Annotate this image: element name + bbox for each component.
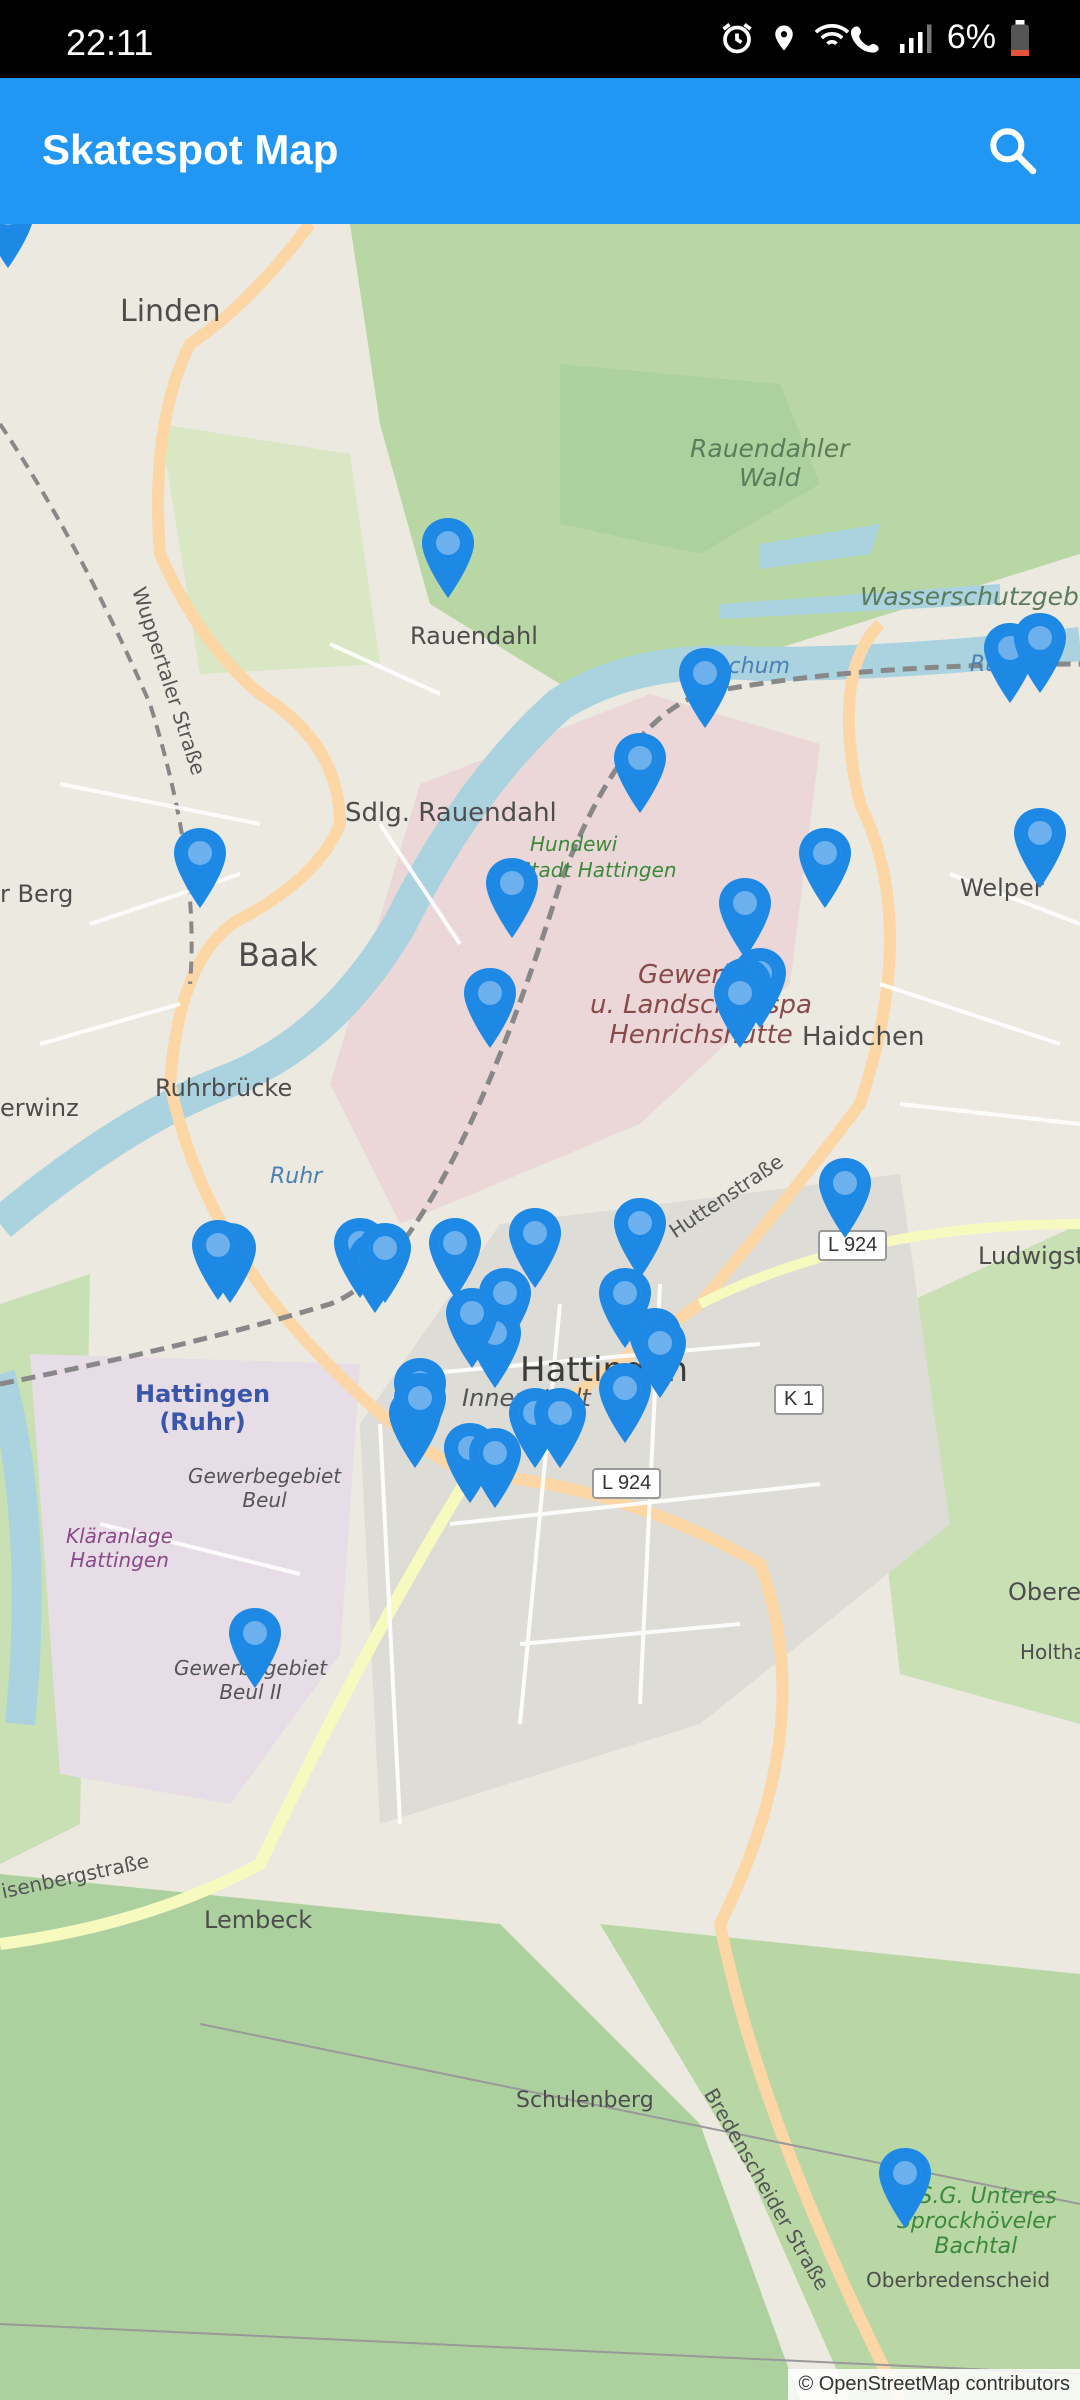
place-hundewiese: Hundewi xyxy=(530,832,618,856)
map-pin-icon[interactable] xyxy=(875,2146,935,2230)
map-pin-icon[interactable] xyxy=(630,1316,690,1400)
place-sdlg-rauendahl: Sdlg. Rauendahl xyxy=(345,798,557,828)
place-gewerbegebiet-beul: Gewerbegebiet Beul xyxy=(188,1464,342,1512)
place-klaeranlage: Kläranlage Hattingen xyxy=(66,1524,173,1572)
signal-icon xyxy=(899,24,932,53)
map-pin-icon[interactable] xyxy=(795,826,855,910)
map-pin-icon[interactable] xyxy=(482,856,542,940)
place-schulenberg: Schulenberg xyxy=(516,2088,654,2113)
map-pin-icon[interactable] xyxy=(610,731,670,815)
battery-icon xyxy=(1011,19,1029,56)
wifi-call-icon xyxy=(814,23,879,53)
place-linden: Linden xyxy=(120,294,221,329)
map-pin-icon[interactable] xyxy=(710,966,770,1050)
place-obere: Obere xyxy=(1008,1578,1080,1606)
map-pin-icon[interactable] xyxy=(225,1606,285,1690)
map-view[interactable]: Linden Rauendahler Wald Wasserschutzgebi… xyxy=(0,224,1080,2400)
status-time: 22:11 xyxy=(66,22,154,63)
map-pin-icon[interactable] xyxy=(355,1221,415,1305)
map-pin-icon[interactable] xyxy=(442,1286,502,1370)
place-oberbredenscheid: Oberbredenscheid xyxy=(866,2268,1051,2292)
map-background xyxy=(0,224,1080,2400)
status-icons: 6% xyxy=(719,18,1030,57)
map-pin-icon[interactable] xyxy=(188,1218,248,1302)
place-lembeck: Lembeck xyxy=(204,1906,313,1934)
map-pin-icon[interactable] xyxy=(170,826,230,910)
map-pin-icon[interactable] xyxy=(0,224,38,270)
place-haidchen: Haidchen xyxy=(802,1022,925,1052)
alarm-icon xyxy=(722,22,752,53)
place-baak: Baak xyxy=(238,936,318,974)
place-holtha: Holtha xyxy=(1020,1640,1080,1664)
battery-level: 6% xyxy=(946,18,996,56)
place-ludwigsta: Ludwigsta xyxy=(978,1242,1080,1270)
place-hattingen-ruhr: Hattingen (Ruhr) xyxy=(135,1380,271,1436)
road-shield-k1: K 1 xyxy=(774,1384,825,1415)
app-title: Skatespot Map xyxy=(42,126,339,173)
place-rauendahler-wald: Rauendahler Wald xyxy=(690,434,850,492)
map-pin-icon[interactable] xyxy=(530,1386,590,1470)
map-pin-icon[interactable] xyxy=(1010,611,1070,695)
place-rauendahl: Rauendahl xyxy=(410,622,538,650)
search-icon[interactable] xyxy=(984,122,1040,178)
place-erwinz: erwinz xyxy=(0,1094,79,1122)
place-wasserschutzgebiet: Wasserschutzgebiet xyxy=(860,582,1080,611)
map-attribution[interactable]: © OpenStreetMap contributors xyxy=(788,2369,1080,2400)
status-bar: 22:11 6% xyxy=(0,0,1080,78)
map-pin-icon[interactable] xyxy=(460,966,520,1050)
map-pin-icon[interactable] xyxy=(390,1371,450,1455)
place-berg: r Berg xyxy=(0,880,74,908)
map-pin-icon[interactable] xyxy=(418,516,478,600)
location-icon xyxy=(775,25,793,50)
app-bar: Skatespot Map xyxy=(0,78,1080,224)
road-shield-l924-center: L 924 xyxy=(592,1468,662,1499)
place-ruhrbruecke: Ruhrbrücke xyxy=(155,1074,293,1102)
map-pin-icon[interactable] xyxy=(675,646,735,730)
place-ruhr-south: Ruhr xyxy=(270,1164,323,1189)
map-pin-icon[interactable] xyxy=(1010,806,1070,890)
map-pin-icon[interactable] xyxy=(815,1156,875,1240)
